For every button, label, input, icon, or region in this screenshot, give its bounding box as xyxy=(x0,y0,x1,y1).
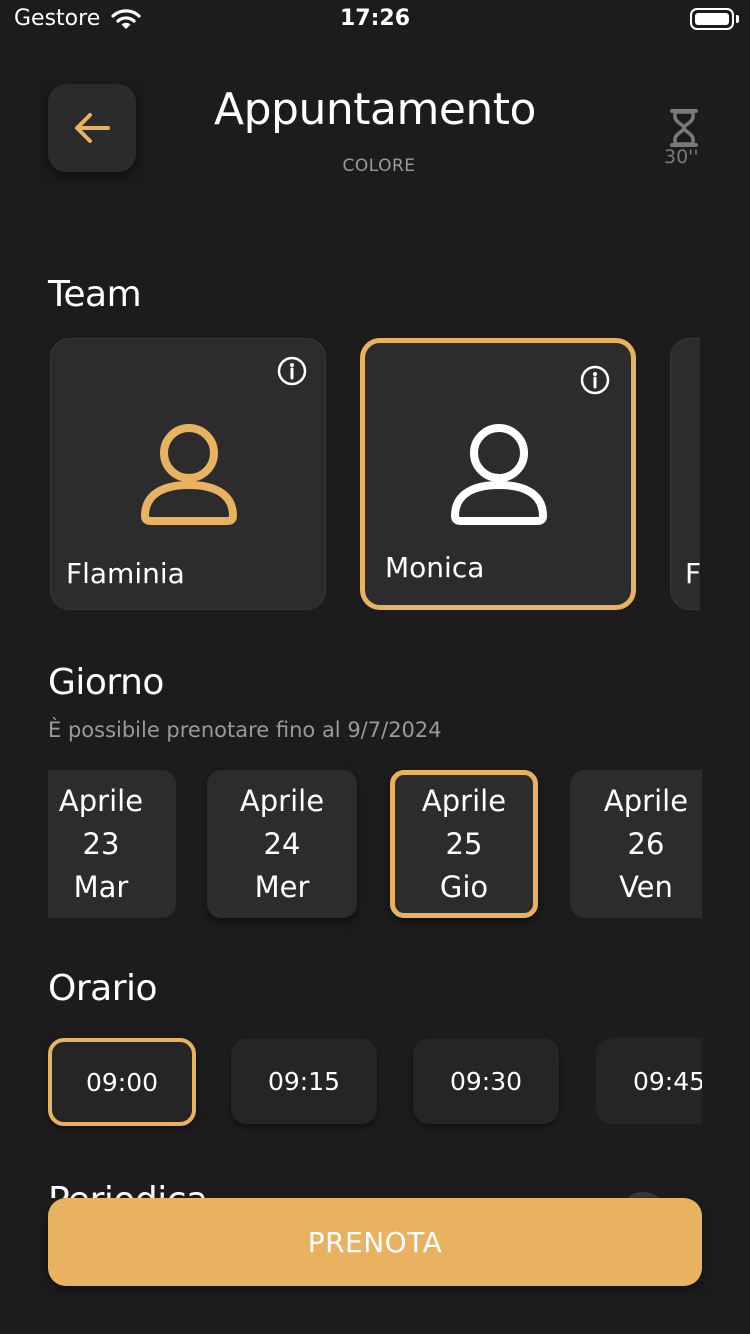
time-slot-0900[interactable]: 09:00 xyxy=(48,1038,196,1126)
day-title: Giorno xyxy=(48,662,164,703)
time-slot-0915[interactable]: 09:15 xyxy=(231,1038,377,1124)
day-date: 25 xyxy=(445,826,483,861)
day-month: Aprile xyxy=(603,783,689,818)
day-weekday: Gio xyxy=(439,869,489,904)
day-weekday: Mer xyxy=(254,869,310,904)
hourglass-icon[interactable] xyxy=(664,108,704,148)
page-title: Appuntamento xyxy=(214,84,536,135)
day-weekday: Mar xyxy=(73,869,129,904)
status-time: 17:26 xyxy=(339,6,411,31)
time-slot-label: 09:30 xyxy=(449,1066,523,1096)
day-card-25[interactable]: Aprile 25 Gio xyxy=(390,770,538,918)
day-month: Aprile xyxy=(239,783,325,818)
info-icon[interactable] xyxy=(277,356,307,386)
team-card-flaminia[interactable]: Flaminia xyxy=(50,338,326,610)
person-icon xyxy=(141,424,237,525)
person-icon xyxy=(451,424,547,525)
team-title: Team xyxy=(48,274,142,315)
day-month: Aprile xyxy=(58,783,144,818)
book-button[interactable]: PRENOTA xyxy=(48,1198,702,1286)
day-month: Aprile xyxy=(421,783,507,818)
day-card-23[interactable]: Aprile 23 Mar xyxy=(48,770,176,918)
day-card-24[interactable]: Aprile 24 Mer xyxy=(207,770,357,918)
battery-icon xyxy=(690,8,734,30)
day-date: 26 xyxy=(627,826,665,861)
time-slot-label: 09:00 xyxy=(85,1067,159,1097)
battery-tip xyxy=(736,15,739,23)
periodic-toggle[interactable] xyxy=(610,1182,670,1198)
team-member-name: Flaminia xyxy=(66,557,185,590)
time-slot-label: 09:45 xyxy=(632,1066,702,1096)
day-date: 23 xyxy=(82,826,120,861)
time-slot-0930[interactable]: 09:30 xyxy=(413,1038,559,1124)
time-title: Orario xyxy=(48,968,158,1009)
day-card-26[interactable]: Aprile 26 Ven xyxy=(570,770,702,918)
page-subtitle: COLORE xyxy=(342,156,416,176)
team-card-partial[interactable]: F xyxy=(670,338,700,610)
day-date: 24 xyxy=(263,826,301,861)
periodic-title: Periodica xyxy=(48,1180,208,1198)
day-weekday: Ven xyxy=(619,869,673,904)
time-slot-label: 09:15 xyxy=(267,1066,341,1096)
timer-label: 30'' xyxy=(664,146,699,168)
team-card-monica[interactable]: Monica xyxy=(360,338,636,610)
booking-limit-hint: È possibile prenotare fino al 9/7/2024 xyxy=(48,718,442,742)
team-member-name: F xyxy=(685,557,700,590)
team-member-name: Monica xyxy=(385,551,485,584)
info-icon[interactable] xyxy=(580,365,610,395)
book-button-label: PRENOTA xyxy=(307,1225,443,1259)
time-slot-0945[interactable]: 09:45 xyxy=(596,1038,702,1124)
periodic-section: Periodica xyxy=(48,1168,448,1198)
